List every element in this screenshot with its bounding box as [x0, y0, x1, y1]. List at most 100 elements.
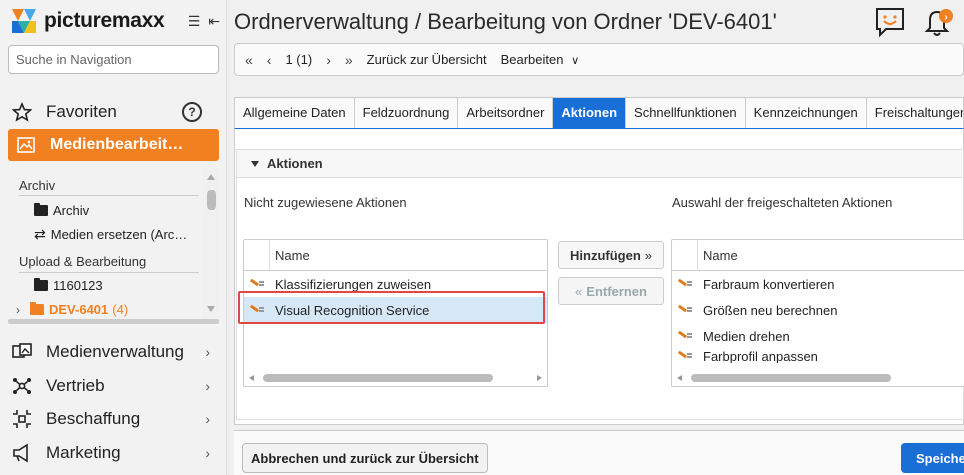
sidebar-item-label: Favoriten [46, 102, 117, 121]
unassigned-actions-label: Nicht zugewiesene Aktionen [244, 195, 407, 210]
media-management-icon [12, 342, 32, 362]
tree-item-count: (4) [112, 302, 129, 317]
sidebar-item-medienverwaltung[interactable]: Medienverwaltung › [12, 340, 212, 364]
megaphone-icon [12, 443, 32, 463]
column-header-name[interactable]: Name [270, 248, 310, 263]
chevron-right-icon: › [205, 344, 210, 360]
tab-allgemeine-daten[interactable]: Allgemeine Daten [235, 98, 355, 128]
tree-divider [19, 195, 199, 196]
page-indicator: 1 (1) [285, 52, 313, 67]
sidebar-item-label: Medienverwaltung [46, 342, 184, 361]
tree-scrollbar[interactable] [203, 168, 219, 320]
table-row[interactable]: Farbprofil anpassen [672, 349, 964, 363]
chevron-right-icon: › [205, 378, 210, 394]
procurement-icon [12, 409, 32, 429]
assigned-actions-grid: Name Farbraum konvertieren Größen neu be… [671, 239, 964, 387]
tree-header-archive: Archiv [19, 178, 56, 193]
tab-schnellfunktionen[interactable]: Schnellfunktionen [626, 98, 746, 128]
tab-aktionen[interactable]: Aktionen [553, 98, 627, 128]
tree-header-upload: Upload & Bearbeitung [19, 254, 147, 269]
main-area: Ordnerverwaltung / Bearbeitung von Ordne… [227, 0, 964, 475]
sidebar-item-vertrieb[interactable]: Vertrieb › [12, 374, 212, 398]
tab-kennzeichnungen[interactable]: Kennzeichnungen [745, 98, 867, 128]
add-button-label: Hinzufügen [570, 247, 641, 263]
save-button[interactable]: Speichern [901, 443, 964, 473]
sidebar-item-favorites[interactable]: Favoriten ? [12, 100, 202, 124]
sidebar-item-medienbearbeitung[interactable]: Medienbearbeit… [8, 129, 219, 161]
brand-name: picturemaxx [44, 9, 165, 32]
folder-icon [34, 203, 48, 216]
tree-item-1160123[interactable]: 1160123 [34, 278, 103, 293]
back-to-overview-link[interactable]: Zurück zur Übersicht [367, 52, 487, 67]
horizontal-scrollbar[interactable] [675, 371, 964, 385]
sidebar: picturemaxx ☰ ⇤ Favoriten ? Medienbearbe… [0, 0, 227, 475]
first-page-icon[interactable]: « [245, 52, 253, 68]
chevron-right-icon[interactable]: › [16, 303, 20, 317]
feedback-smiley-icon[interactable] [874, 6, 906, 41]
notification-bell-icon[interactable]: › [922, 6, 954, 41]
chevron-down-icon: ∨ [571, 55, 580, 67]
sidebar-item-beschaffung[interactable]: Beschaffung › [12, 407, 212, 431]
tab-feldzuordnung[interactable]: Feldzuordnung [354, 98, 459, 128]
chevron-right-icon: › [205, 445, 210, 461]
tree-item-medien-ersetzen[interactable]: ⇄ Medien ersetzen (Arc… [34, 226, 187, 243]
last-page-icon[interactable]: » [345, 52, 353, 68]
row-label: Größen neu berechnen [703, 302, 838, 318]
tree-item-label: DEV-6401 [49, 302, 109, 317]
tree-divider [19, 272, 199, 273]
brand: picturemaxx ☰ ⇤ [10, 6, 220, 36]
edit-menu-button[interactable]: Bearbeiten ∨ [501, 52, 580, 67]
remove-action-button[interactable]: « Entfernen [558, 277, 664, 305]
record-toolbar: « ‹ 1 (1) › » Zurück zur Übersicht Bearb… [234, 43, 964, 76]
table-row[interactable]: Farbraum konvertieren [672, 271, 964, 297]
collapse-sidebar-icon[interactable]: ⇤ [208, 13, 220, 30]
sidebar-item-label: Marketing [46, 443, 121, 462]
section-header[interactable]: Aktionen [237, 150, 963, 178]
tree-item-dev-6401[interactable]: › DEV-6401 (4) [16, 302, 128, 317]
next-page-icon[interactable]: › [326, 52, 331, 68]
tree-item-label: Medien ersetzen (Arc… [50, 227, 188, 242]
tree-resize-handle[interactable] [8, 319, 219, 324]
help-icon[interactable]: ? [182, 102, 202, 122]
add-action-button[interactable]: Hinzufügen » [558, 241, 664, 269]
tab-freischaltungen[interactable]: Freischaltungen [866, 98, 963, 128]
navigation-search-input[interactable] [8, 45, 219, 74]
collapse-triangle-icon [251, 160, 259, 167]
sidebar-item-marketing[interactable]: Marketing › [12, 441, 212, 465]
table-row[interactable]: Medien drehen [672, 323, 964, 349]
sidebar-item-label: Vertrieb [46, 376, 105, 395]
assigned-actions-label: Auswahl der freigeschalteten Aktionen [672, 195, 893, 210]
tab-content: Aktionen Nicht zugewiesene Aktionen Ausw… [234, 128, 964, 425]
actions-section: Aktionen Nicht zugewiesene Aktionen Ausw… [236, 149, 964, 420]
sidebar-item-label: Medienbearbeit… [50, 136, 184, 153]
list-icon[interactable]: ☰ [188, 13, 201, 30]
horizontal-scrollbar[interactable] [247, 373, 544, 383]
row-label: Farbprofil anpassen [703, 349, 818, 363]
edit-menu-label: Bearbeiten [500, 52, 564, 67]
image-icon [16, 135, 36, 155]
chevron-right-icon: › [205, 411, 210, 427]
footer-bar: Abbrechen und zurück zur Übersicht Speic… [234, 430, 964, 475]
row-label: Klassifizierungen zuweisen [275, 276, 432, 292]
column-header-name[interactable]: Name [698, 248, 738, 263]
edit-pencil-icon [250, 280, 264, 288]
tree-item-archiv[interactable]: Archiv [34, 203, 89, 218]
page-title: Ordnerverwaltung / Bearbeitung von Ordne… [234, 9, 777, 34]
table-row[interactable]: Größen neu berechnen [672, 297, 964, 323]
folder-icon [30, 302, 44, 315]
previous-page-icon[interactable]: ‹ [267, 52, 272, 68]
selection-highlight-box [238, 291, 545, 324]
folder-icon [34, 278, 48, 291]
tree-item-label: Archiv [53, 203, 90, 218]
tab-arbeitsordner[interactable]: Arbeitsordner [458, 98, 554, 128]
tree-item-label: 1160123 [53, 278, 103, 293]
double-chevron-right-icon: » [644, 247, 652, 263]
cancel-and-back-button[interactable]: Abbrechen und zurück zur Übersicht [242, 443, 488, 473]
share-network-icon [12, 376, 32, 396]
sidebar-item-label: Beschaffung [46, 409, 141, 428]
svg-text:›: › [944, 12, 947, 23]
row-label: Medien drehen [703, 328, 790, 344]
edit-pencil-icon [678, 332, 692, 340]
tab-bar: Allgemeine Daten Feldzuordnung Arbeitsor… [234, 97, 964, 128]
edit-pencil-icon [678, 280, 692, 288]
